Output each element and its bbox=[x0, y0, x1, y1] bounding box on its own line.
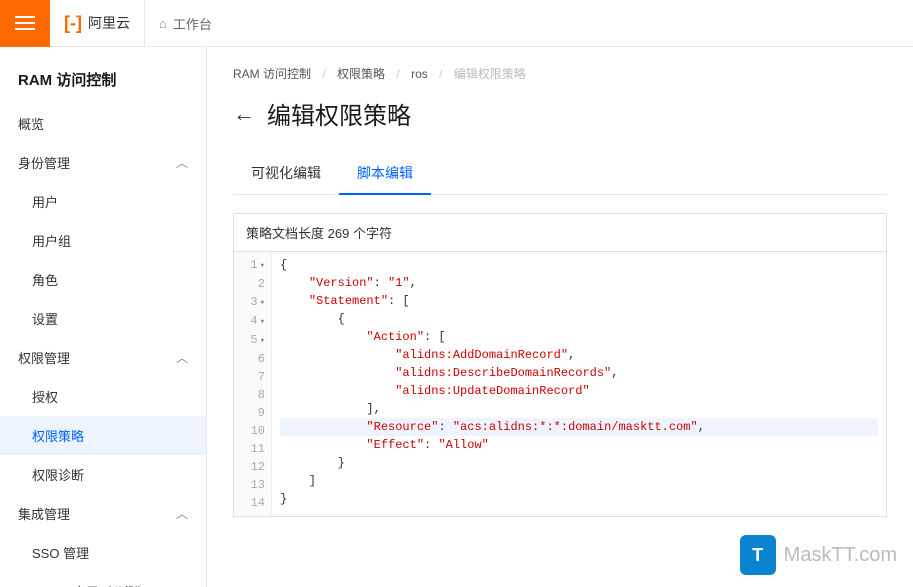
doc-length-label: 策略文档长度 bbox=[246, 226, 324, 241]
sidebar-item[interactable]: OAuth 应用（公测） bbox=[0, 572, 206, 587]
layout: RAM 访问控制 概览身份管理︿用户用户组角色设置权限管理︿授权权限策略权限诊断… bbox=[0, 47, 913, 587]
chevron-up-icon: ︿ bbox=[176, 349, 188, 366]
breadcrumb-separator: / bbox=[322, 67, 325, 81]
sidebar-group[interactable]: 身份管理︿ bbox=[0, 143, 206, 182]
sidebar-item[interactable]: SSO 管理 bbox=[0, 533, 206, 572]
tab-visual[interactable]: 可视化编辑 bbox=[233, 153, 339, 194]
sidebar-nav: 概览身份管理︿用户用户组角色设置权限管理︿授权权限策略权限诊断集成管理︿SSO … bbox=[0, 104, 206, 587]
tab-script[interactable]: 脚本编辑 bbox=[339, 153, 431, 195]
menu-toggle-button[interactable] bbox=[0, 0, 50, 47]
breadcrumb-current: 编辑权限策略 bbox=[454, 67, 526, 81]
sidebar: RAM 访问控制 概览身份管理︿用户用户组角色设置权限管理︿授权权限策略权限诊断… bbox=[0, 47, 207, 587]
doc-length-count: 269 bbox=[328, 226, 350, 241]
sidebar-item[interactable]: 用户组 bbox=[0, 221, 206, 260]
sidebar-group[interactable]: 权限管理︿ bbox=[0, 338, 206, 377]
workbench-label: 工作台 bbox=[173, 14, 212, 33]
chevron-up-icon: ︿ bbox=[176, 154, 188, 171]
breadcrumb-item[interactable]: 权限策略 bbox=[337, 67, 385, 81]
brand-mark-icon: [-] bbox=[64, 13, 82, 34]
watermark: T MaskTT.com bbox=[740, 535, 897, 575]
watermark-text: MaskTT.com bbox=[784, 544, 897, 567]
brand-logo[interactable]: [-] 阿里云 bbox=[50, 0, 145, 47]
sidebar-item[interactable]: 角色 bbox=[0, 260, 206, 299]
tabs: 可视化编辑 脚本编辑 bbox=[233, 153, 887, 195]
breadcrumb-separator: / bbox=[439, 67, 442, 81]
home-icon: ⌂ bbox=[159, 16, 167, 31]
sidebar-title: RAM 访问控制 bbox=[0, 55, 206, 104]
brand-text: 阿里云 bbox=[88, 13, 130, 33]
sidebar-item[interactable]: 权限策略 bbox=[0, 416, 206, 455]
doc-length-suffix: 个字符 bbox=[353, 226, 392, 241]
breadcrumb: RAM 访问控制 / 权限策略 / ros / 编辑权限策略 bbox=[233, 65, 887, 82]
doc-length-info: 策略文档长度 269 个字符 bbox=[233, 213, 887, 251]
breadcrumb-item[interactable]: ros bbox=[411, 67, 428, 81]
page-title: 编辑权限策略 bbox=[267, 96, 411, 131]
sidebar-item[interactable]: 设置 bbox=[0, 299, 206, 338]
sidebar-item[interactable]: 权限诊断 bbox=[0, 455, 206, 494]
sidebar-item[interactable]: 授权 bbox=[0, 377, 206, 416]
workbench-link[interactable]: ⌂ 工作台 bbox=[145, 14, 226, 33]
code-editor[interactable]: 1▾23▾4▾5▾67891011121314 { "Version": "1"… bbox=[233, 251, 887, 517]
sidebar-group[interactable]: 概览 bbox=[0, 104, 206, 143]
page-header: ← 编辑权限策略 bbox=[233, 96, 887, 131]
breadcrumb-item[interactable]: RAM 访问控制 bbox=[233, 67, 311, 81]
editor-gutter: 1▾23▾4▾5▾67891011121314 bbox=[234, 252, 272, 516]
chevron-up-icon: ︿ bbox=[176, 505, 188, 522]
watermark-badge-icon: T bbox=[740, 535, 776, 575]
sidebar-group[interactable]: 集成管理︿ bbox=[0, 494, 206, 533]
editor-code-area[interactable]: { "Version": "1", "Statement": [ { "Acti… bbox=[272, 252, 886, 516]
topbar: [-] 阿里云 ⌂ 工作台 bbox=[0, 0, 913, 47]
main-content: RAM 访问控制 / 权限策略 / ros / 编辑权限策略 ← 编辑权限策略 … bbox=[207, 47, 913, 587]
sidebar-item[interactable]: 用户 bbox=[0, 182, 206, 221]
hamburger-icon bbox=[15, 16, 35, 30]
breadcrumb-separator: / bbox=[396, 67, 399, 81]
back-arrow-icon[interactable]: ← bbox=[233, 101, 255, 127]
